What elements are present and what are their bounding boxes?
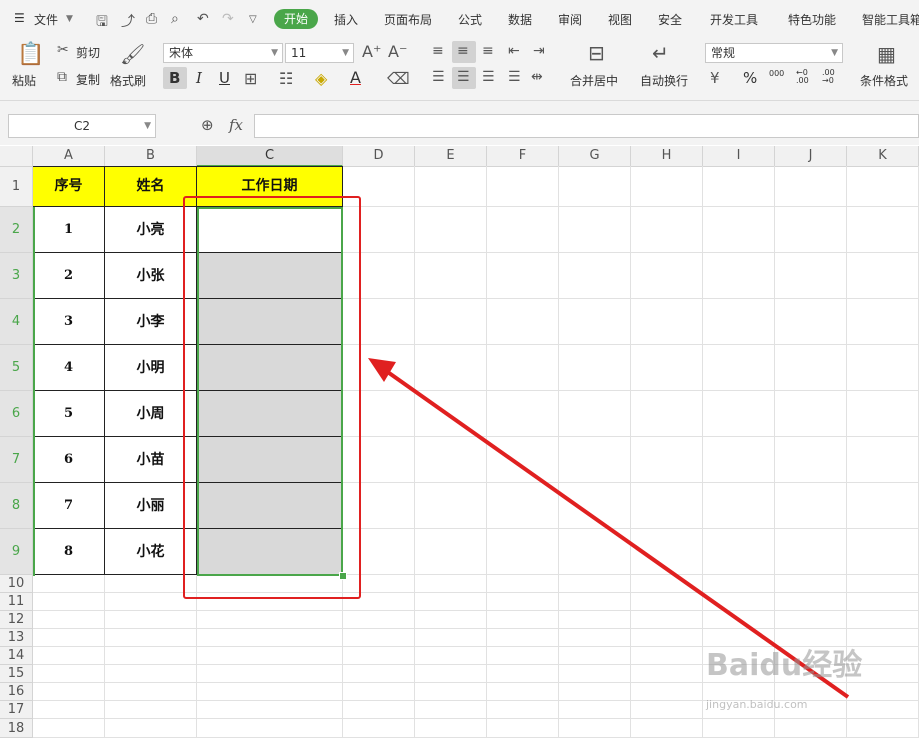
annotation-arrow (368, 358, 850, 699)
watermark-logo: Baidu经验 (706, 648, 863, 683)
select-all-corner[interactable] (0, 146, 33, 167)
watermark-url: jingyan.baidu.com (706, 698, 808, 711)
